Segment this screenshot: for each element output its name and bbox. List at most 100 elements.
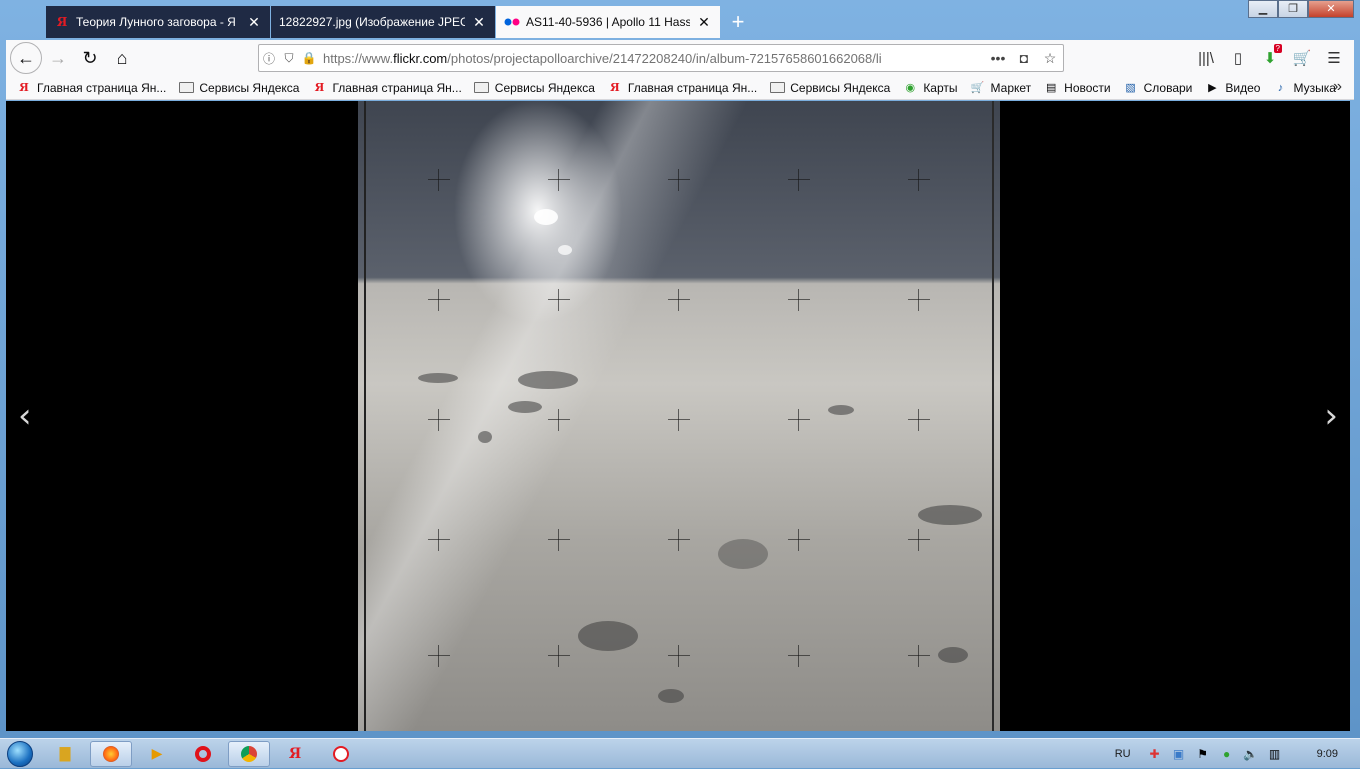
network-app-icon[interactable]: ▣ — [1169, 746, 1189, 762]
close-icon[interactable]: ✕ — [696, 14, 712, 31]
info-icon[interactable]: ⓘ — [259, 50, 279, 67]
close-icon[interactable]: ✕ — [246, 14, 262, 31]
reseau-cross — [668, 409, 690, 431]
close-icon[interactable]: ✕ — [471, 14, 487, 31]
tab-apollo-flickr[interactable]: AS11-40-5936 | Apollo 11 Hasse ✕ — [496, 6, 720, 38]
volume-icon[interactable]: 🔈 — [1241, 746, 1261, 762]
sidebar-icon[interactable]: ▯ — [1222, 44, 1254, 72]
network-icon[interactable]: ▥ — [1265, 746, 1285, 762]
reseau-cross — [788, 409, 810, 431]
yandex-icon: Я — [314, 81, 325, 94]
url-bar[interactable]: ⓘ ⛉ 🔒 https://www.flickr.com/photos/proj… — [258, 44, 1064, 72]
cart-icon: 🛒 — [970, 82, 985, 94]
reseau-cross — [668, 169, 690, 191]
taskbar-media-player[interactable]: ▶ — [136, 741, 178, 767]
video-icon: ▶ — [1208, 82, 1217, 94]
update-icon[interactable]: ● — [1217, 746, 1237, 762]
url-text[interactable]: https://www.flickr.com/photos/projectapo… — [319, 51, 985, 66]
taskbar-chrome[interactable] — [228, 740, 270, 767]
bookmarks-overflow-icon[interactable]: » — [1333, 78, 1342, 96]
toolbar-right: |||\ ▯ ⬇? 🛒 ☰ — [1190, 44, 1350, 72]
reseau-cross — [908, 289, 930, 311]
bookmark-yandex-home-3[interactable]: Я Главная страница Ян... — [607, 81, 757, 95]
home-button[interactable]: ⌂ — [106, 42, 138, 74]
reload-button[interactable]: ↻ — [74, 42, 106, 74]
forward-button[interactable]: → — [42, 42, 74, 74]
bookmarks-toolbar: Я Главная страница Ян... Сервисы Яндекса … — [6, 76, 1354, 100]
url-domain: flickr.com — [393, 50, 448, 66]
back-button[interactable]: ← — [10, 42, 42, 74]
maps-icon: ◉ — [905, 82, 916, 94]
language-indicator[interactable]: RU — [1115, 748, 1131, 760]
bookmark-yandex-services-3[interactable]: Сервисы Яндекса — [769, 81, 890, 95]
page-actions-button[interactable]: ••• — [985, 50, 1011, 66]
bookmark-video[interactable]: ▶ Видео — [1204, 81, 1260, 95]
taskbar-yandex-browser[interactable] — [320, 741, 362, 767]
previous-photo-button[interactable]: ‹ — [18, 396, 32, 436]
tab-title: AS11-40-5936 | Apollo 11 Hasse — [526, 15, 690, 29]
taskbar-explorer[interactable]: ▇ — [44, 741, 86, 767]
library-icon[interactable]: |||\ — [1190, 44, 1222, 72]
new-tab-button[interactable]: + — [726, 8, 750, 36]
bookmark-label: Сервисы Яндекса — [494, 80, 595, 95]
reseau-cross — [428, 169, 450, 191]
bookmark-star-icon[interactable]: ☆ — [1037, 50, 1063, 67]
action-center-flag-icon[interactable]: ⚑ — [1193, 746, 1213, 762]
yandex-icon: Я — [288, 745, 302, 762]
pocket-icon[interactable]: ◘ — [1011, 50, 1037, 66]
next-photo-button[interactable]: › — [1324, 396, 1338, 436]
reseau-cross — [548, 645, 570, 667]
bookmark-maps[interactable]: ◉ Карты — [902, 80, 958, 95]
reseau-cross — [548, 289, 570, 311]
chrome-icon — [241, 745, 257, 762]
reload-icon: ↻ — [82, 47, 98, 68]
bookmark-label: Новости — [1064, 80, 1111, 95]
opera-icon — [195, 745, 211, 762]
system-clock[interactable]: 9:09 — [1317, 748, 1338, 760]
menu-icon[interactable]: ☰ — [1318, 44, 1350, 72]
bookmark-market[interactable]: 🛒 Маркет — [970, 81, 1032, 95]
reseau-cross — [908, 409, 930, 431]
bookmark-yandex-home-1[interactable]: Я Главная страница Ян... — [16, 81, 166, 95]
lunar-rock — [938, 647, 968, 663]
bookmark-label: Главная страница Ян... — [627, 80, 758, 95]
browser-window: Я Теория Лунного заговора - Я ✕ 12822927… — [0, 0, 1360, 738]
lock-icon[interactable]: 🔒 — [299, 51, 319, 65]
bookmark-dictionaries[interactable]: ▧ Словари — [1123, 81, 1192, 95]
minimize-button[interactable]: ▁ — [1248, 0, 1278, 18]
bookmark-label: Сервисы Яндекса — [790, 80, 891, 95]
bookmark-yandex-services-1[interactable]: Сервисы Яндекса — [178, 81, 299, 95]
shield-icon[interactable]: ⛉ — [279, 51, 299, 66]
reseau-cross — [668, 289, 690, 311]
taskbar-opera[interactable] — [182, 741, 224, 767]
bookmark-yandex-services-2[interactable]: Сервисы Яндекса — [474, 81, 595, 95]
maximize-button[interactable]: ❐ — [1278, 0, 1308, 18]
reseau-cross — [908, 645, 930, 667]
close-window-button[interactable]: ✕ — [1308, 0, 1354, 18]
start-button[interactable] — [0, 739, 40, 769]
reseau-cross — [548, 409, 570, 431]
taskbar-firefox[interactable] — [90, 740, 132, 767]
tab-lunar-conspiracy[interactable]: Я Теория Лунного заговора - Я ✕ — [46, 6, 270, 38]
lifebuoy-icon[interactable]: ✚ — [1145, 746, 1165, 762]
bookmark-news[interactable]: ▤ Новости — [1043, 80, 1111, 95]
bookmark-yandex-home-2[interactable]: Я Главная страница Ян... — [311, 81, 462, 95]
tab-title: 12822927.jpg (Изображение JPEG, — [279, 15, 465, 29]
firefox-icon — [103, 745, 119, 762]
downloads-icon[interactable]: ⬇? — [1254, 44, 1286, 72]
reseau-cross — [788, 289, 810, 311]
lunar-surface-photo[interactable] — [358, 101, 1000, 731]
taskbar-yandex-app[interactable]: Я — [274, 741, 316, 767]
reseau-cross — [908, 169, 930, 191]
cart-icon[interactable]: 🛒 — [1286, 44, 1318, 72]
tab-jpeg-image[interactable]: 12822927.jpg (Изображение JPEG, ✕ — [271, 6, 495, 38]
url-prefix: https://www. — [323, 50, 394, 66]
reseau-cross — [908, 529, 930, 551]
bookmark-label: Карты — [923, 80, 958, 95]
lunar-rock — [578, 621, 638, 651]
reseau-cross — [788, 169, 810, 191]
reseau-cross — [428, 529, 450, 551]
bookmark-label: Видео — [1225, 80, 1261, 95]
bookmark-music[interactable]: ♪ Музыка — [1272, 81, 1336, 95]
lunar-rock — [518, 371, 578, 389]
